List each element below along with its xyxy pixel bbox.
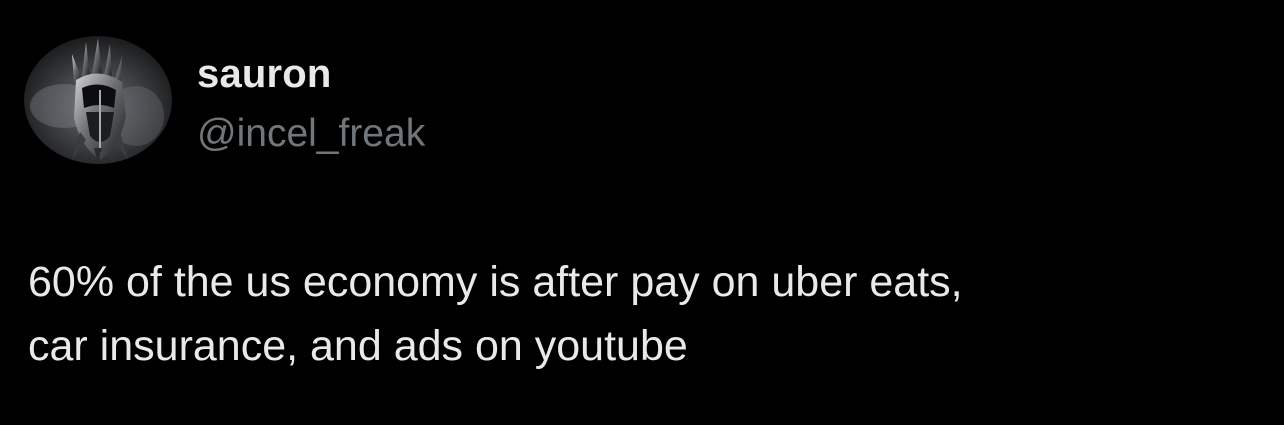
- user-handle[interactable]: @incel_freak: [197, 112, 425, 156]
- tweet-text-line: 60% of the us economy is after pay on ub…: [28, 258, 963, 306]
- helmet-icon: [24, 36, 172, 164]
- avatar[interactable]: [24, 36, 172, 164]
- tweet-text-line: car insurance, and ads on youtube: [28, 322, 688, 370]
- tweet-text: 60% of the us economy is after pay on ub…: [28, 250, 1248, 378]
- display-name[interactable]: sauron: [197, 52, 332, 96]
- tweet-card[interactable]: sauron @incel_freak 60% of the us econom…: [0, 0, 1284, 425]
